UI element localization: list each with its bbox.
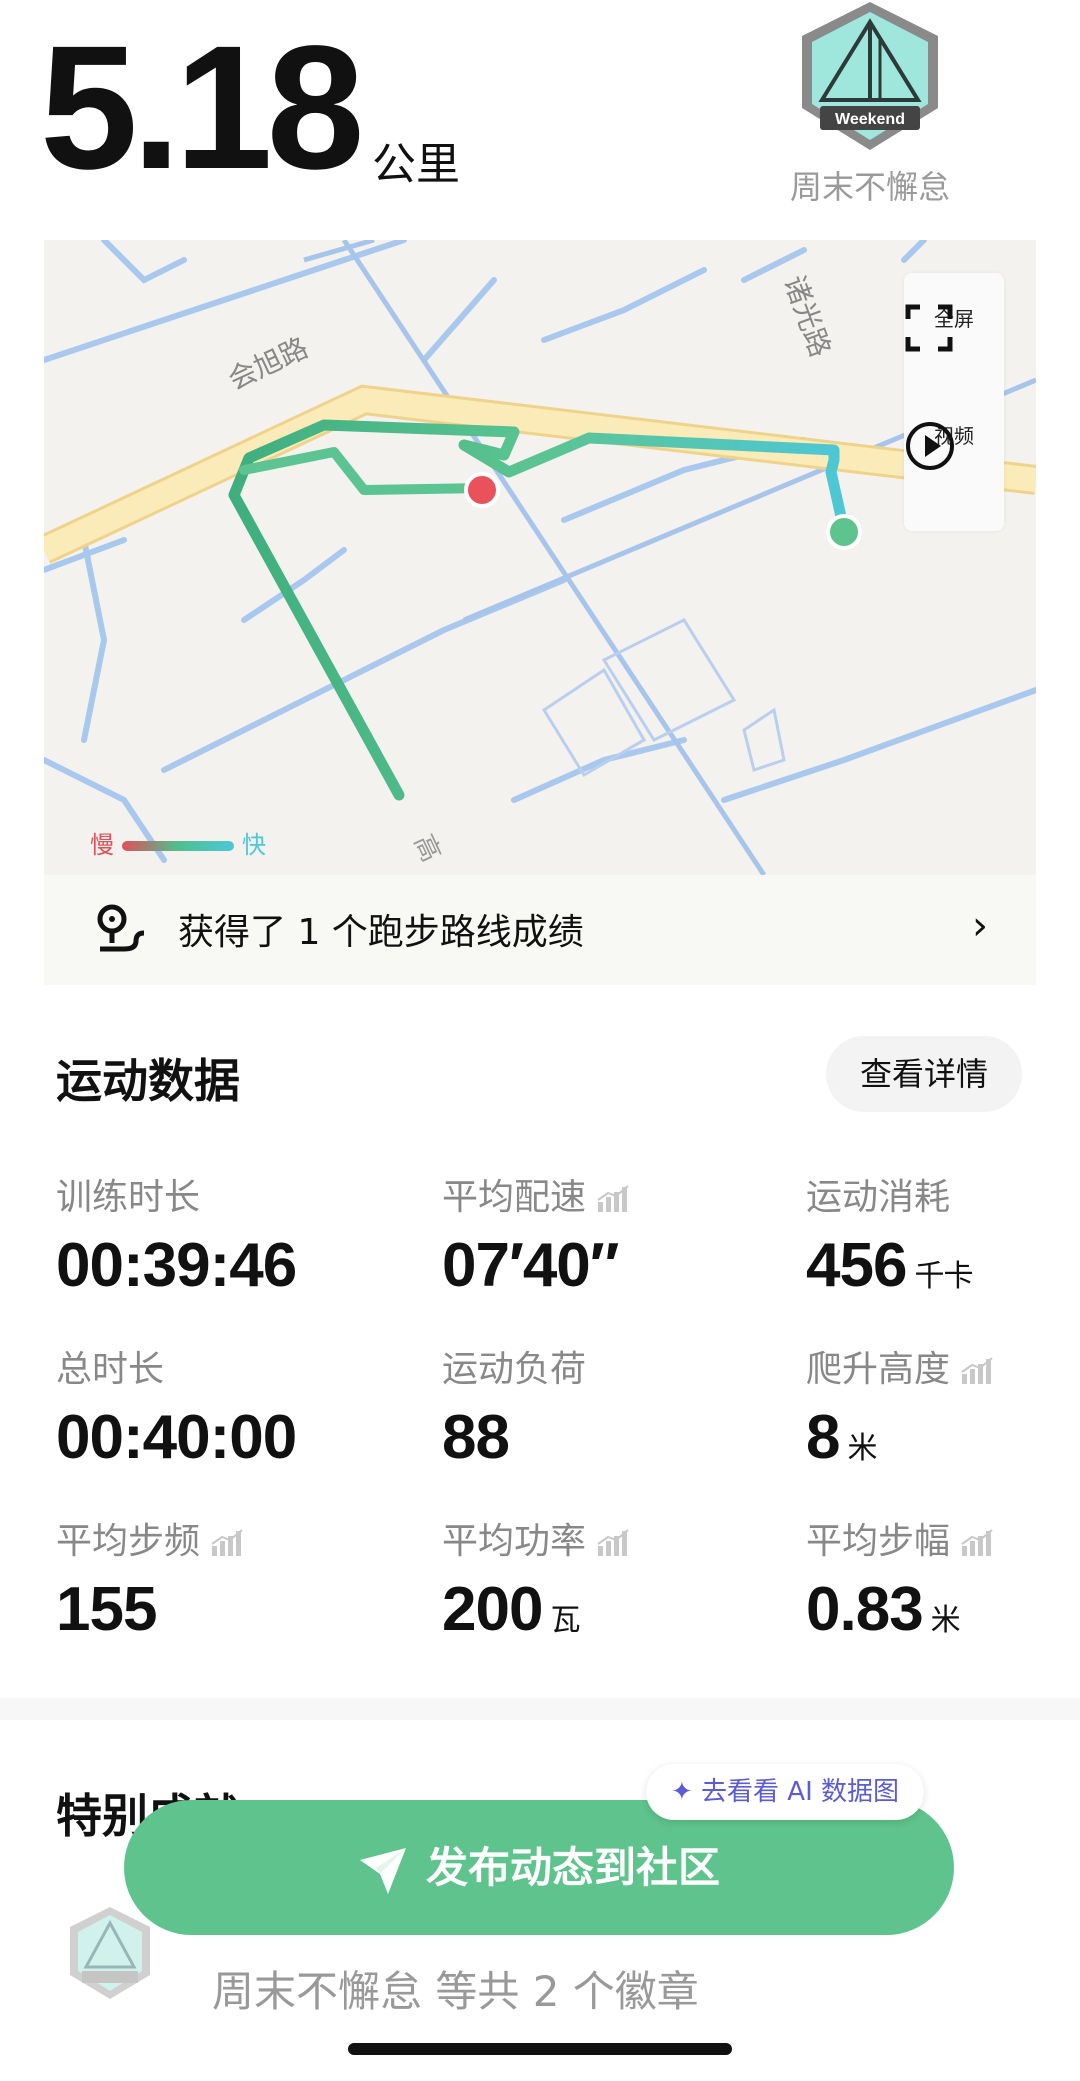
ai-data-chart-button[interactable]: ✦ 去看看 AI 数据图 — [646, 1764, 924, 1820]
stat-unit: 米 — [930, 1604, 961, 1637]
stat-label-text: 平均配速 — [442, 1177, 587, 1218]
stat-item: 平均步幅 0.83 米 — [806, 1512, 994, 1645]
stat-value: 200 瓦 — [442, 1574, 630, 1645]
stat-label-text: 平均步频 — [56, 1521, 201, 1562]
stat-item: 平均功率 200 瓦 — [442, 1512, 630, 1645]
route-pin-icon — [97, 904, 145, 952]
legend-fast-label: 快 — [242, 831, 266, 859]
svg-text:Weekend: Weekend — [835, 111, 905, 128]
trend-chart-icon[interactable] — [596, 1528, 630, 1558]
stat-label-text: 训练时长 — [56, 1177, 201, 1218]
stat-unit: 米 — [847, 1432, 877, 1465]
stat-value-text: 200 — [442, 1575, 543, 1644]
svg-text:会旭路: 会旭路 — [223, 331, 313, 396]
stat-item: 平均步频 155 — [56, 1512, 244, 1645]
stat-label: 总时长 — [56, 1340, 296, 1392]
stat-value-text: 155 — [56, 1575, 157, 1644]
stat-label-text: 运动负荷 — [442, 1349, 587, 1390]
distance-value: 5.18 — [40, 10, 365, 206]
trend-chart-icon[interactable] — [596, 1184, 630, 1214]
stat-value: 0.83 米 — [806, 1574, 994, 1645]
pace-legend: 慢快 — [90, 825, 266, 860]
sparkle-icon: ✦ — [670, 1777, 693, 1807]
stat-value-text: 00:40:00 — [56, 1403, 297, 1472]
stat-value-text: 8 — [806, 1403, 840, 1472]
weekend-badge[interactable]: Weekend — [790, 0, 950, 155]
map-canvas: 会旭路 诸光路 高 — [44, 240, 1036, 875]
stat-value: 155 — [56, 1574, 244, 1645]
route-achievement-text: 获得了 1 个跑步路线成绩 — [178, 912, 584, 953]
legend-gradient-bar — [122, 841, 234, 851]
legend-slow-label: 慢 — [90, 831, 114, 859]
stat-label-text: 爬升高度 — [806, 1349, 951, 1390]
trend-chart-icon[interactable] — [210, 1528, 244, 1558]
send-icon — [359, 1847, 406, 1894]
stat-label: 爬升高度 — [806, 1340, 994, 1392]
stat-value: 00:40:00 — [56, 1402, 297, 1473]
view-details-button[interactable]: 查看详情 — [826, 1036, 1022, 1112]
ai-button-label: 去看看 AI 数据图 — [701, 1777, 900, 1807]
stat-label-text: 运动消耗 — [806, 1177, 951, 1218]
stat-label-text: 平均步幅 — [806, 1521, 951, 1562]
route-achievement-banner[interactable]: 获得了 1 个跑步路线成绩 › — [44, 875, 1036, 985]
stat-value: 07′40″ — [442, 1230, 630, 1301]
video-button[interactable]: 视频 — [904, 420, 1004, 470]
stat-value: 8米 — [806, 1402, 994, 1473]
stat-unit: 千卡 — [914, 1260, 973, 1293]
stat-value: 88 — [442, 1402, 586, 1473]
trend-chart-icon[interactable] — [960, 1356, 994, 1386]
map-controls: 全屏 视频 — [904, 273, 1004, 531]
small-weekend-badge[interactable] — [64, 1905, 156, 2001]
end-marker — [826, 514, 862, 550]
stat-label-text: 总时长 — [56, 1349, 165, 1390]
stat-item: 平均配速 07′40″ — [442, 1168, 630, 1301]
stat-label-text: 平均功率 — [442, 1521, 587, 1562]
stat-item: 运动负荷 88 — [442, 1340, 586, 1473]
play-icon — [906, 422, 954, 470]
stat-value-text: 00:39:46 — [56, 1231, 297, 1300]
stat-value: 456 千卡 — [806, 1230, 973, 1301]
svg-text:高: 高 — [408, 830, 446, 866]
stat-value-text: 456 — [806, 1231, 907, 1300]
stats-section-title: 运动数据 — [56, 1054, 240, 1108]
trend-chart-icon[interactable] — [960, 1528, 994, 1558]
chevron-right-icon: › — [972, 903, 988, 949]
stat-label: 平均功率 — [442, 1512, 630, 1564]
stat-unit: 瓦 — [550, 1604, 580, 1637]
section-divider — [0, 1698, 1080, 1720]
fullscreen-button[interactable]: 全屏 — [904, 303, 1004, 352]
stat-item: 运动消耗 456 千卡 — [806, 1168, 973, 1301]
stat-label: 平均配速 — [442, 1168, 630, 1220]
stat-value: 00:39:46 — [56, 1230, 297, 1301]
stat-value-text: 07′40″ — [442, 1231, 619, 1300]
stat-label: 运动消耗 — [806, 1168, 972, 1220]
svg-text:诸光路: 诸光路 — [777, 271, 837, 361]
start-marker — [464, 472, 500, 508]
distance-unit: 公里 — [372, 139, 460, 190]
stat-label: 运动负荷 — [442, 1340, 586, 1392]
stat-item: 总时长 00:40:00 — [56, 1340, 297, 1473]
stat-value-text: 88 — [442, 1403, 510, 1472]
badge-summary: 周末不懈怠 等共 2 个徽章 — [212, 1967, 699, 2016]
stat-label: 训练时长 — [56, 1168, 296, 1220]
stat-item: 训练时长 00:39:46 — [56, 1168, 297, 1301]
stat-item: 爬升高度 8 米 — [806, 1340, 994, 1473]
stat-label: 平均步频 — [56, 1512, 244, 1564]
publish-to-community-button[interactable]: 发布动态到社区 — [124, 1800, 954, 1935]
fullscreen-icon — [905, 304, 953, 352]
badge-name: 周末不懈怠 — [789, 168, 950, 206]
publish-label: 发布动态到社区 — [425, 1843, 720, 1892]
route-map[interactable]: 会旭路 诸光路 高 全屏 视频 慢 快 — [44, 240, 1036, 875]
home-indicator[interactable] — [348, 2043, 732, 2055]
stat-label: 平均步幅 — [806, 1512, 994, 1564]
stat-value-text: 0.83 — [806, 1575, 924, 1644]
